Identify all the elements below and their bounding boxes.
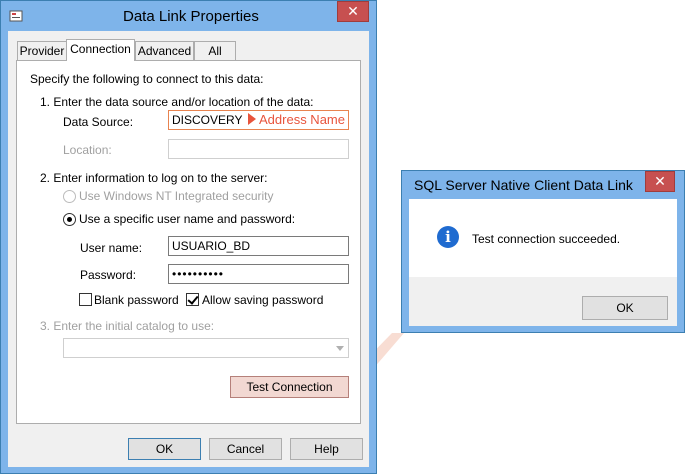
- title-bar[interactable]: Data Link Properties ✕: [1, 1, 376, 31]
- cancel-button[interactable]: Cancel: [209, 438, 282, 460]
- username-input[interactable]: USUARIO_BD: [168, 236, 349, 256]
- info-icon: i: [437, 226, 459, 248]
- allow-saving-label: Allow saving password: [202, 293, 324, 307]
- step1-heading: 1. Enter the data source and/or location…: [40, 95, 314, 109]
- nt-security-radio[interactable]: [63, 190, 76, 203]
- data-source-value: DISCOVERY: [172, 113, 243, 127]
- password-input[interactable]: ••••••••••: [168, 264, 349, 284]
- tab-all[interactable]: All: [194, 41, 236, 60]
- dialog-client: i Test connection succeeded. OK: [409, 199, 677, 326]
- dialog-ok-button[interactable]: OK: [582, 296, 668, 320]
- address-name-text: Address Name: [259, 112, 345, 127]
- message-text: Test connection succeeded.: [472, 232, 621, 246]
- chevron-down-icon: [336, 346, 344, 351]
- specific-user-label: Use a specific user name and password:: [79, 212, 296, 226]
- blank-password-checkbox[interactable]: [79, 293, 92, 306]
- data-link-icon: [9, 10, 23, 22]
- window-title: Data Link Properties: [123, 8, 259, 25]
- ok-button[interactable]: OK: [128, 438, 201, 460]
- tab-connection[interactable]: Connection: [66, 39, 135, 61]
- password-label: Password:: [80, 268, 137, 282]
- location-input[interactable]: [168, 139, 349, 159]
- close-icon: ✕: [347, 3, 359, 19]
- arrow-right-icon: [248, 113, 256, 125]
- close-icon: ✕: [654, 173, 666, 189]
- dialog-title-bar[interactable]: SQL Server Native Client Data Link ✕: [402, 171, 684, 199]
- allow-saving-checkbox[interactable]: [186, 293, 199, 306]
- close-button[interactable]: ✕: [337, 1, 369, 22]
- step3-heading: 3. Enter the initial catalog to use:: [40, 319, 215, 333]
- location-label: Location:: [63, 143, 112, 157]
- tab-provider[interactable]: Provider: [17, 41, 67, 60]
- catalog-select[interactable]: [63, 338, 349, 358]
- dialog-title: SQL Server Native Client Data Link: [414, 177, 633, 193]
- nt-security-label: Use Windows NT Integrated security: [79, 189, 274, 203]
- sql-server-dialog: SQL Server Native Client Data Link ✕ i T…: [401, 170, 685, 333]
- dialog-close-button[interactable]: ✕: [645, 171, 675, 192]
- blank-password-label: Blank password: [94, 293, 179, 307]
- message-area: i Test connection succeeded.: [409, 199, 677, 277]
- data-link-properties-window: Data Link Properties ✕ Provider Connecti…: [0, 0, 377, 474]
- specific-user-radio[interactable]: [63, 213, 76, 226]
- intro-text: Specify the following to connect to this…: [30, 72, 264, 86]
- step2-heading: 2. Enter information to log on to the se…: [40, 171, 268, 185]
- help-button[interactable]: Help: [290, 438, 363, 460]
- address-name-annotation: Address Name: [248, 112, 345, 127]
- test-connection-button[interactable]: Test Connection: [230, 376, 349, 398]
- username-label: User name:: [80, 241, 143, 255]
- data-source-label: Data Source:: [63, 115, 134, 129]
- tab-advanced[interactable]: Advanced: [135, 41, 194, 60]
